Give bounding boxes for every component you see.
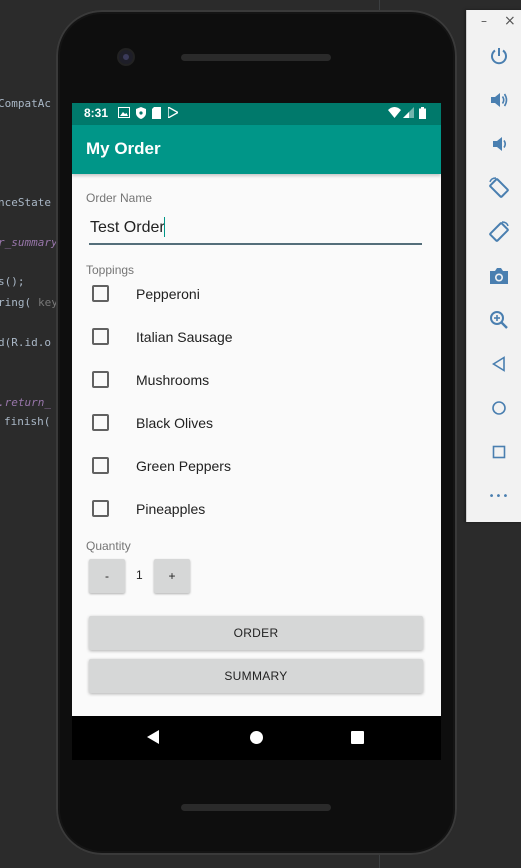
checkbox[interactable] (92, 328, 109, 345)
text-cursor (164, 217, 165, 237)
code-line: CompatAc (0, 97, 51, 110)
volume-down-icon[interactable] (487, 132, 511, 156)
sd-card-icon (152, 107, 161, 123)
rotate-left-icon[interactable] (487, 176, 511, 200)
code-line: s(); (0, 275, 25, 288)
app-screen: 8:31 My Order Order Name Toppings Pepper… (72, 103, 441, 716)
bottom-speaker (181, 804, 331, 811)
status-time: 8:31 (84, 106, 109, 120)
app-title: My Order (86, 139, 161, 158)
gallery-notification-icon (118, 107, 130, 122)
topping-checkbox-black-olives[interactable]: Black Olives (72, 404, 441, 447)
code-line: ring( (0, 296, 32, 309)
topping-checkbox-green-peppers[interactable]: Green Peppers (72, 447, 441, 490)
back-icon[interactable] (487, 352, 511, 376)
topping-checkbox-italian-sausage[interactable]: Italian Sausage (72, 318, 441, 361)
volume-up-icon[interactable] (487, 88, 511, 112)
topping-checkbox-pineapples[interactable]: Pineapples (72, 490, 441, 533)
topping-label: Pineapples (136, 501, 206, 517)
topping-label: Green Peppers (136, 458, 231, 474)
code-param-hint: key (38, 296, 58, 309)
play-store-icon (167, 105, 180, 122)
order-name-input[interactable] (89, 215, 422, 245)
code-line: .return_ (0, 396, 51, 409)
emulator-toolbar: – × ••• (466, 10, 521, 522)
earpiece-speaker (181, 54, 331, 61)
topping-label: Italian Sausage (136, 329, 233, 345)
checkbox[interactable] (92, 414, 109, 431)
code-line: d(R.id.o (0, 336, 51, 349)
order-name-label: Order Name (86, 191, 153, 205)
topping-checkbox-mushrooms[interactable]: Mushrooms (72, 361, 441, 404)
code-line: r_summary (0, 236, 58, 249)
increment-button[interactable]: + (154, 559, 190, 593)
nav-back-icon[interactable] (147, 730, 159, 744)
status-bar: 8:31 (72, 103, 441, 125)
cell-signal-icon (403, 107, 414, 122)
code-line: finish( (4, 415, 51, 428)
checkbox[interactable] (92, 500, 109, 517)
topping-label: Black Olives (136, 415, 214, 431)
camera-icon[interactable] (487, 264, 511, 288)
order-button[interactable]: ORDER (89, 616, 423, 650)
quantity-label: Quantity (86, 539, 131, 553)
checkbox[interactable] (92, 285, 109, 302)
front-camera (119, 50, 133, 64)
rotate-right-icon[interactable] (487, 220, 511, 244)
app-bar: My Order (72, 125, 441, 174)
checkbox[interactable] (92, 457, 109, 474)
minimize-icon[interactable]: – (481, 14, 487, 28)
topping-label: Pepperoni (136, 286, 200, 302)
nav-recents-icon[interactable] (351, 731, 364, 744)
topping-label: Mushrooms (136, 372, 210, 388)
more-icon[interactable]: ••• (487, 484, 511, 508)
navigation-bar (72, 716, 441, 760)
topping-checkbox-pepperoni[interactable]: Pepperoni (72, 275, 441, 318)
zoom-icon[interactable] (487, 308, 511, 332)
decrement-button[interactable]: - (89, 559, 125, 593)
close-icon[interactable]: × (504, 13, 516, 29)
checkbox[interactable] (92, 371, 109, 388)
battery-icon (419, 107, 426, 123)
shield-notification-icon (136, 107, 146, 123)
overview-icon[interactable] (487, 440, 511, 464)
wifi-icon (388, 107, 401, 122)
quantity-value: 1 (136, 568, 143, 582)
power-icon[interactable] (487, 44, 511, 68)
home-icon[interactable] (487, 396, 511, 420)
summary-button[interactable]: SUMMARY (89, 659, 423, 693)
nav-home-icon[interactable] (250, 731, 263, 744)
code-line: nceState (0, 196, 51, 209)
